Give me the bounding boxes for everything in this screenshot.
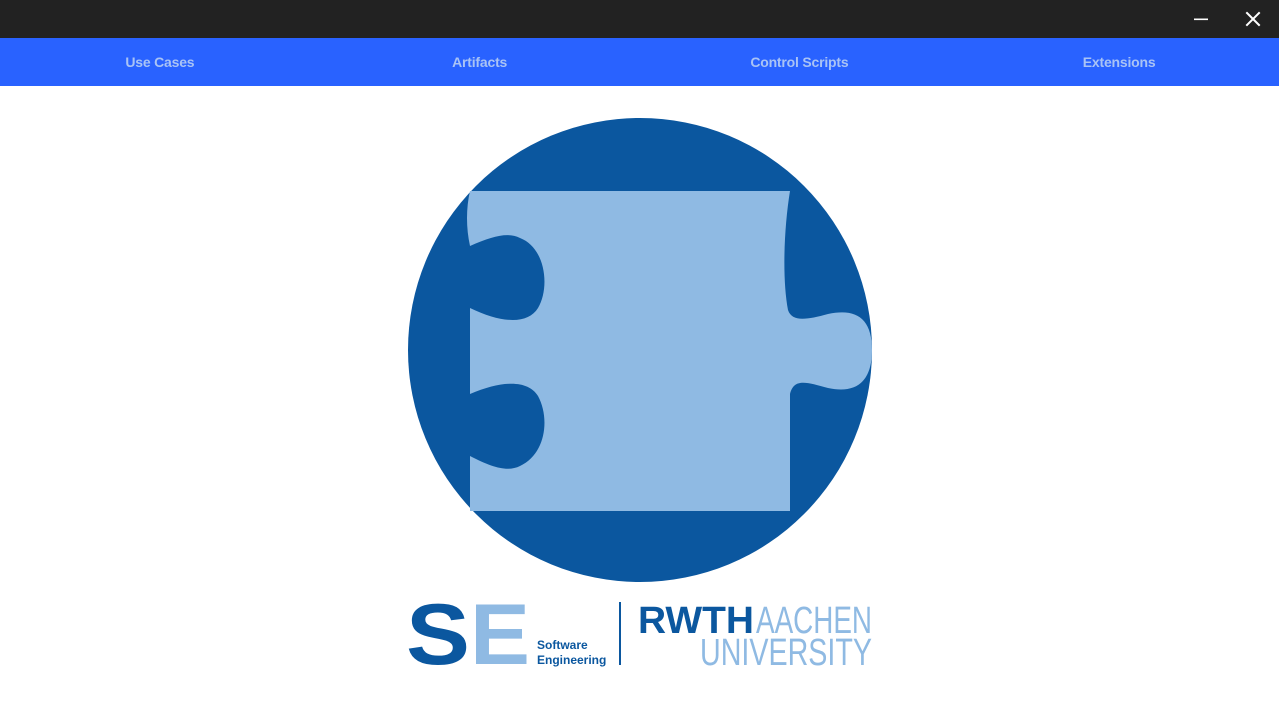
se-logo-line2: Engineering bbox=[537, 653, 606, 667]
tab-extensions[interactable]: Extensions bbox=[959, 38, 1279, 86]
title-bar bbox=[0, 0, 1279, 38]
minimize-icon bbox=[1194, 18, 1208, 21]
tab-control-scripts[interactable]: Control Scripts bbox=[640, 38, 960, 86]
close-button[interactable] bbox=[1231, 0, 1275, 38]
rwth-logo-university: UNIVERSITY bbox=[700, 632, 872, 670]
se-logo-e: E bbox=[470, 598, 530, 670]
tab-artifacts[interactable]: Artifacts bbox=[320, 38, 640, 86]
minimize-button[interactable] bbox=[1179, 0, 1223, 38]
puzzle-emblem-icon bbox=[408, 118, 872, 582]
se-logo-line1: Software bbox=[537, 638, 588, 652]
tab-label: Control Scripts bbox=[750, 54, 849, 70]
logo-divider bbox=[619, 602, 621, 665]
university-logos: S E Software Engineering RWTH AACHEN UNI… bbox=[406, 598, 872, 670]
tab-label: Use Cases bbox=[125, 54, 195, 70]
tab-label: Extensions bbox=[1082, 54, 1156, 70]
tab-label: Artifacts bbox=[452, 54, 508, 70]
main-nav: Use Cases Artifacts Control Scripts Exte… bbox=[0, 38, 1279, 86]
close-icon bbox=[1245, 11, 1261, 27]
se-logo-s: S bbox=[406, 598, 470, 670]
tab-use-cases[interactable]: Use Cases bbox=[0, 38, 320, 86]
